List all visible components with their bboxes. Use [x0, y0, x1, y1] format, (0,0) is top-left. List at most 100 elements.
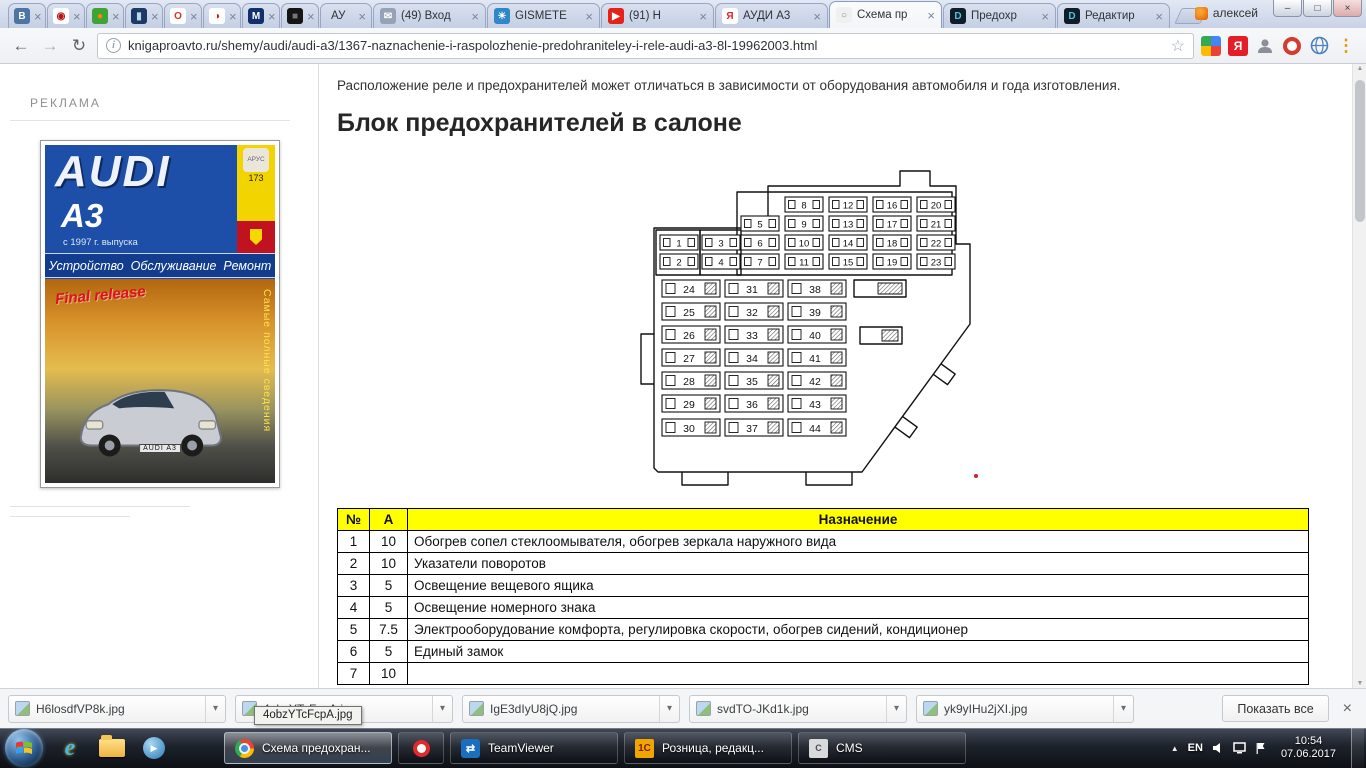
tab-close-icon[interactable]: × [225, 10, 237, 23]
tab-close-icon[interactable]: × [1151, 10, 1163, 23]
internet-explorer-launcher[interactable]: e [52, 730, 88, 766]
globe-extension-icon[interactable] [1309, 36, 1329, 56]
browser-tab[interactable]: ■× [281, 3, 319, 28]
ie-icon: e [65, 735, 76, 762]
network-icon[interactable] [1233, 742, 1246, 754]
book-cover-ad[interactable]: AUDI А3 с 1997 г. выпуска АРУС 173 Устро… [40, 140, 280, 488]
browser-tab[interactable]: ◉× [47, 3, 85, 28]
tab-close-icon[interactable]: × [354, 10, 366, 23]
gismeteo-favicon: ☀ [494, 8, 510, 24]
taskbar-button-opera[interactable] [398, 732, 444, 764]
tab-close-icon[interactable]: × [264, 10, 276, 23]
start-button[interactable] [5, 729, 43, 767]
extension-grid-icon[interactable] [1201, 36, 1221, 56]
person-extension-icon[interactable] [1255, 36, 1275, 56]
svg-text:21: 21 [931, 220, 942, 231]
close-window-button[interactable]: × [1333, 0, 1362, 17]
download-item[interactable]: IgE3dIyU8jQ.jpg▾ [462, 695, 680, 723]
browser-extension-icon[interactable] [1283, 37, 1301, 55]
fuse-32: 32 [725, 303, 783, 320]
tab-close-icon[interactable]: × [581, 10, 593, 23]
media-player-launcher[interactable]: ▶ [136, 730, 172, 766]
browser-tab[interactable]: АУ× [320, 3, 372, 28]
browser-tab[interactable]: ◑× [203, 3, 241, 28]
download-item[interactable]: yk9yIHu2jXI.jpg▾ [916, 695, 1134, 723]
scrollbar-thumb[interactable] [1355, 80, 1365, 222]
scroll-up-icon[interactable]: ▲ [1353, 65, 1366, 72]
maximize-button[interactable]: □ [1303, 0, 1332, 17]
chevron-down-icon[interactable]: ▾ [205, 696, 225, 722]
tab-close-icon[interactable]: × [147, 10, 159, 23]
fuse-44: 44 [788, 419, 846, 436]
chevron-down-icon[interactable]: ▾ [659, 696, 679, 722]
tab-close-icon[interactable]: × [108, 10, 120, 23]
download-item[interactable]: H6losdfVP8k.jpg▾ [8, 695, 226, 723]
browser-tab[interactable]: O× [164, 3, 202, 28]
vertical-scrollbar[interactable]: ▲ ▼ [1352, 64, 1366, 688]
filename-tooltip: 4obzYTcFcpA.jpg [254, 706, 362, 725]
refresh-button[interactable]: ↻ [68, 36, 90, 56]
download-item[interactable]: svdTO-JKd1k.jpg▾ [689, 695, 907, 723]
hidden-icons-arrow[interactable]: ▲ [1171, 744, 1179, 753]
fuse-4: 4 [702, 254, 740, 269]
browser-tab[interactable]: DПредохр× [943, 3, 1056, 28]
minimize-button[interactable]: – [1273, 0, 1302, 17]
browser-tab[interactable]: ЯАУДИ А3× [715, 3, 828, 28]
taskbar-button-teamviewer[interactable]: ⇄TeamViewer [450, 732, 618, 764]
show-all-downloads-button[interactable]: Показать все [1222, 695, 1328, 722]
address-bar[interactable]: i knigaproavto.ru/shemy/audi/audi-a3/136… [97, 33, 1194, 59]
url-text[interactable]: knigaproavto.ru/shemy/audi/audi-a3/1367-… [128, 38, 1164, 53]
tab-close-icon[interactable]: × [30, 10, 42, 23]
close-shelf-icon[interactable]: × [1343, 700, 1352, 718]
browser-tab[interactable]: ▮× [125, 3, 163, 28]
scroll-down-icon[interactable]: ▼ [1353, 680, 1366, 687]
tab-close-icon[interactable]: × [303, 10, 315, 23]
tab-close-icon[interactable]: × [1037, 10, 1049, 23]
chevron-down-icon[interactable]: ▾ [432, 696, 452, 722]
fuse-number-cell: 3 [338, 575, 370, 597]
browser-tab[interactable]: ✉(49) Вход× [373, 3, 486, 28]
tab-close-icon[interactable]: × [923, 9, 935, 22]
browser-tab[interactable]: ▶(91) Н× [601, 3, 714, 28]
svg-text:42: 42 [809, 376, 821, 388]
taskbar-button-chrome[interactable]: Схема предохран... [224, 732, 392, 764]
page-info-icon[interactable]: i [106, 38, 121, 53]
fuse-1: 1 [660, 235, 698, 250]
bookmark-star-icon[interactable]: ☆ [1171, 36, 1185, 56]
chevron-down-icon[interactable]: ▾ [1113, 696, 1133, 722]
browser-tab[interactable]: ●× [86, 3, 124, 28]
tab-title: Редактир [1085, 10, 1151, 22]
action-center-flag-icon[interactable] [1255, 742, 1266, 754]
taskbar-button-cms[interactable]: CCMS [798, 732, 966, 764]
language-indicator[interactable]: EN [1188, 742, 1203, 754]
fuse-36: 36 [725, 395, 783, 412]
tab-close-icon[interactable]: × [809, 10, 821, 23]
car-plate: AUDI A3 [139, 444, 181, 453]
svg-text:33: 33 [746, 330, 758, 342]
show-desktop-button[interactable] [1351, 728, 1364, 768]
profile-chip[interactable]: алексей [1195, 6, 1258, 20]
chevron-down-icon[interactable]: ▾ [886, 696, 906, 722]
fuse-21: 21 [917, 216, 955, 231]
fuse-38: 38 [788, 280, 846, 297]
browser-tab[interactable]: B× [8, 3, 46, 28]
tab-close-icon[interactable]: × [186, 10, 198, 23]
explorer-launcher[interactable] [94, 730, 130, 766]
tab-close-icon[interactable]: × [695, 10, 707, 23]
taskbar-button-1c[interactable]: 1СРозница, редакц... [624, 732, 792, 764]
browser-tab[interactable]: DРедактир× [1057, 3, 1170, 28]
yandex-extension-icon[interactable]: Я [1228, 36, 1248, 56]
browser-tab[interactable]: M× [242, 3, 280, 28]
browser-tab[interactable]: ○Схема пр× [829, 1, 942, 28]
svg-text:30: 30 [683, 423, 695, 435]
volume-icon[interactable] [1212, 742, 1224, 754]
browser-tab[interactable]: ☀GISMETE× [487, 3, 600, 28]
tab-title: (49) Вход [401, 10, 467, 22]
back-button[interactable]: ← [10, 36, 32, 56]
browser-menu-icon[interactable]: ⋮ [1336, 36, 1356, 56]
tab-close-icon[interactable]: × [69, 10, 81, 23]
clock[interactable]: 10:54 07.06.2017 [1275, 735, 1342, 761]
profile-avatar-icon [1195, 7, 1208, 20]
tab-close-icon[interactable]: × [467, 10, 479, 23]
forward-button[interactable]: → [39, 36, 61, 56]
